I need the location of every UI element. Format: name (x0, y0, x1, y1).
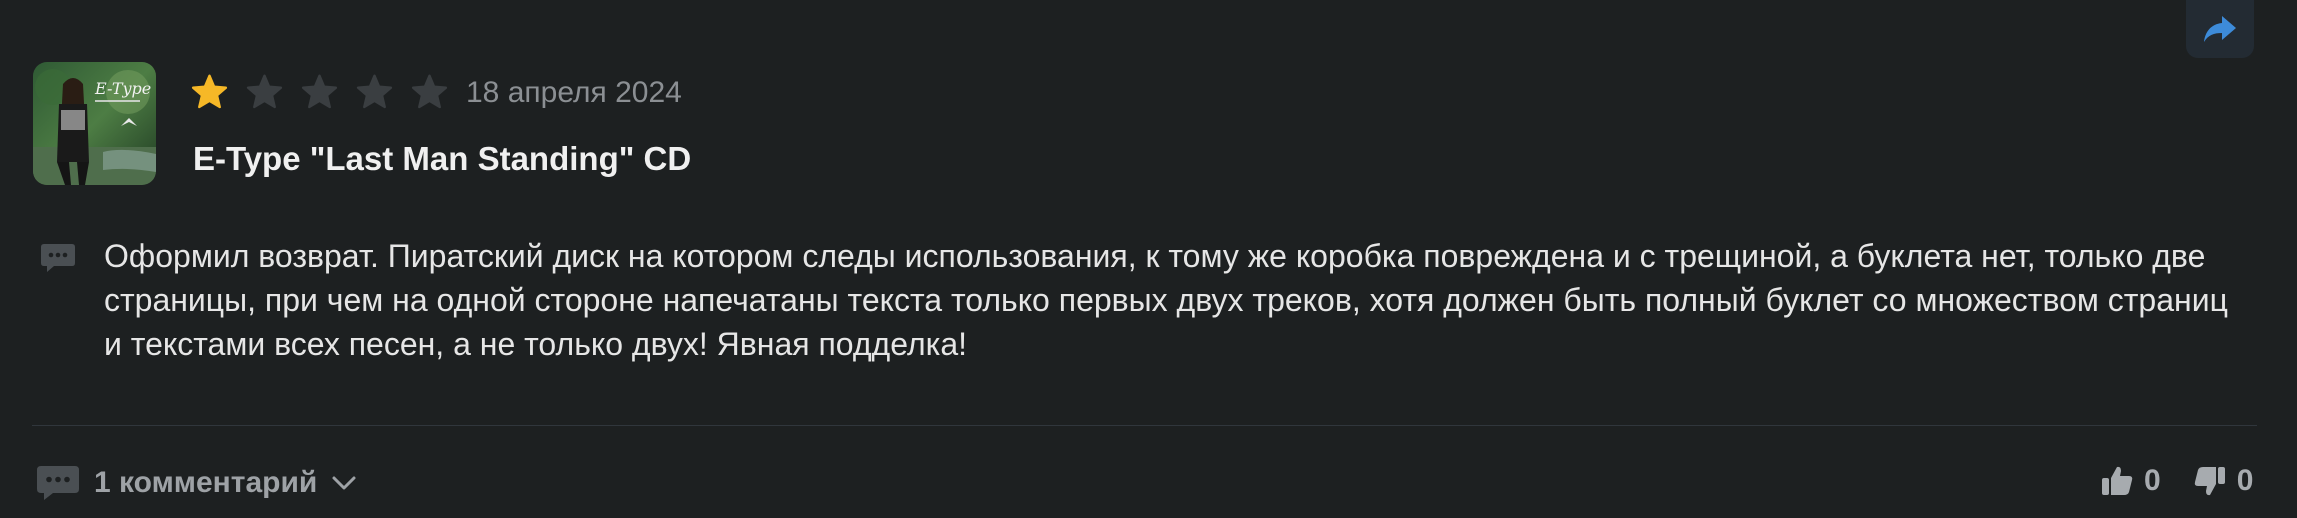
message-bubble-icon (40, 242, 76, 279)
star-icon-5 (411, 74, 448, 109)
product-cover-image[interactable]: E-Type (33, 62, 156, 185)
dislike-count: 0 (2236, 464, 2254, 497)
star-icon-1 (191, 74, 228, 109)
thumbs-down-icon (2194, 467, 2225, 496)
comments-count-label: 1 комментарий (94, 466, 318, 499)
product-title-link[interactable]: E-Type "Last Man Standing" CD (193, 138, 691, 180)
review-date: 18 апреля 2024 (466, 76, 682, 109)
comment-bubble-icon (37, 466, 79, 500)
like-button[interactable]: 0 (2100, 464, 2161, 498)
cover-logo-text: E-Type (94, 79, 151, 98)
chevron-down-icon (332, 476, 356, 490)
review-text: Оформил возврат. Пиратский диск на котор… (104, 238, 2228, 362)
divider (32, 425, 2257, 426)
star-icon-4 (356, 74, 393, 109)
share-button[interactable] (2186, 0, 2254, 58)
share-arrow-icon (2204, 16, 2236, 42)
vote-controls: 0 0 (2100, 464, 2253, 498)
star-icon-2 (246, 74, 283, 109)
dislike-button[interactable]: 0 (2193, 464, 2254, 498)
star-icon-3 (301, 74, 338, 109)
thumbs-up-icon (2102, 466, 2133, 495)
star-rating (189, 72, 450, 113)
comments-toggle-button[interactable]: 1 комментарий (36, 464, 357, 502)
like-count: 0 (2144, 464, 2161, 497)
